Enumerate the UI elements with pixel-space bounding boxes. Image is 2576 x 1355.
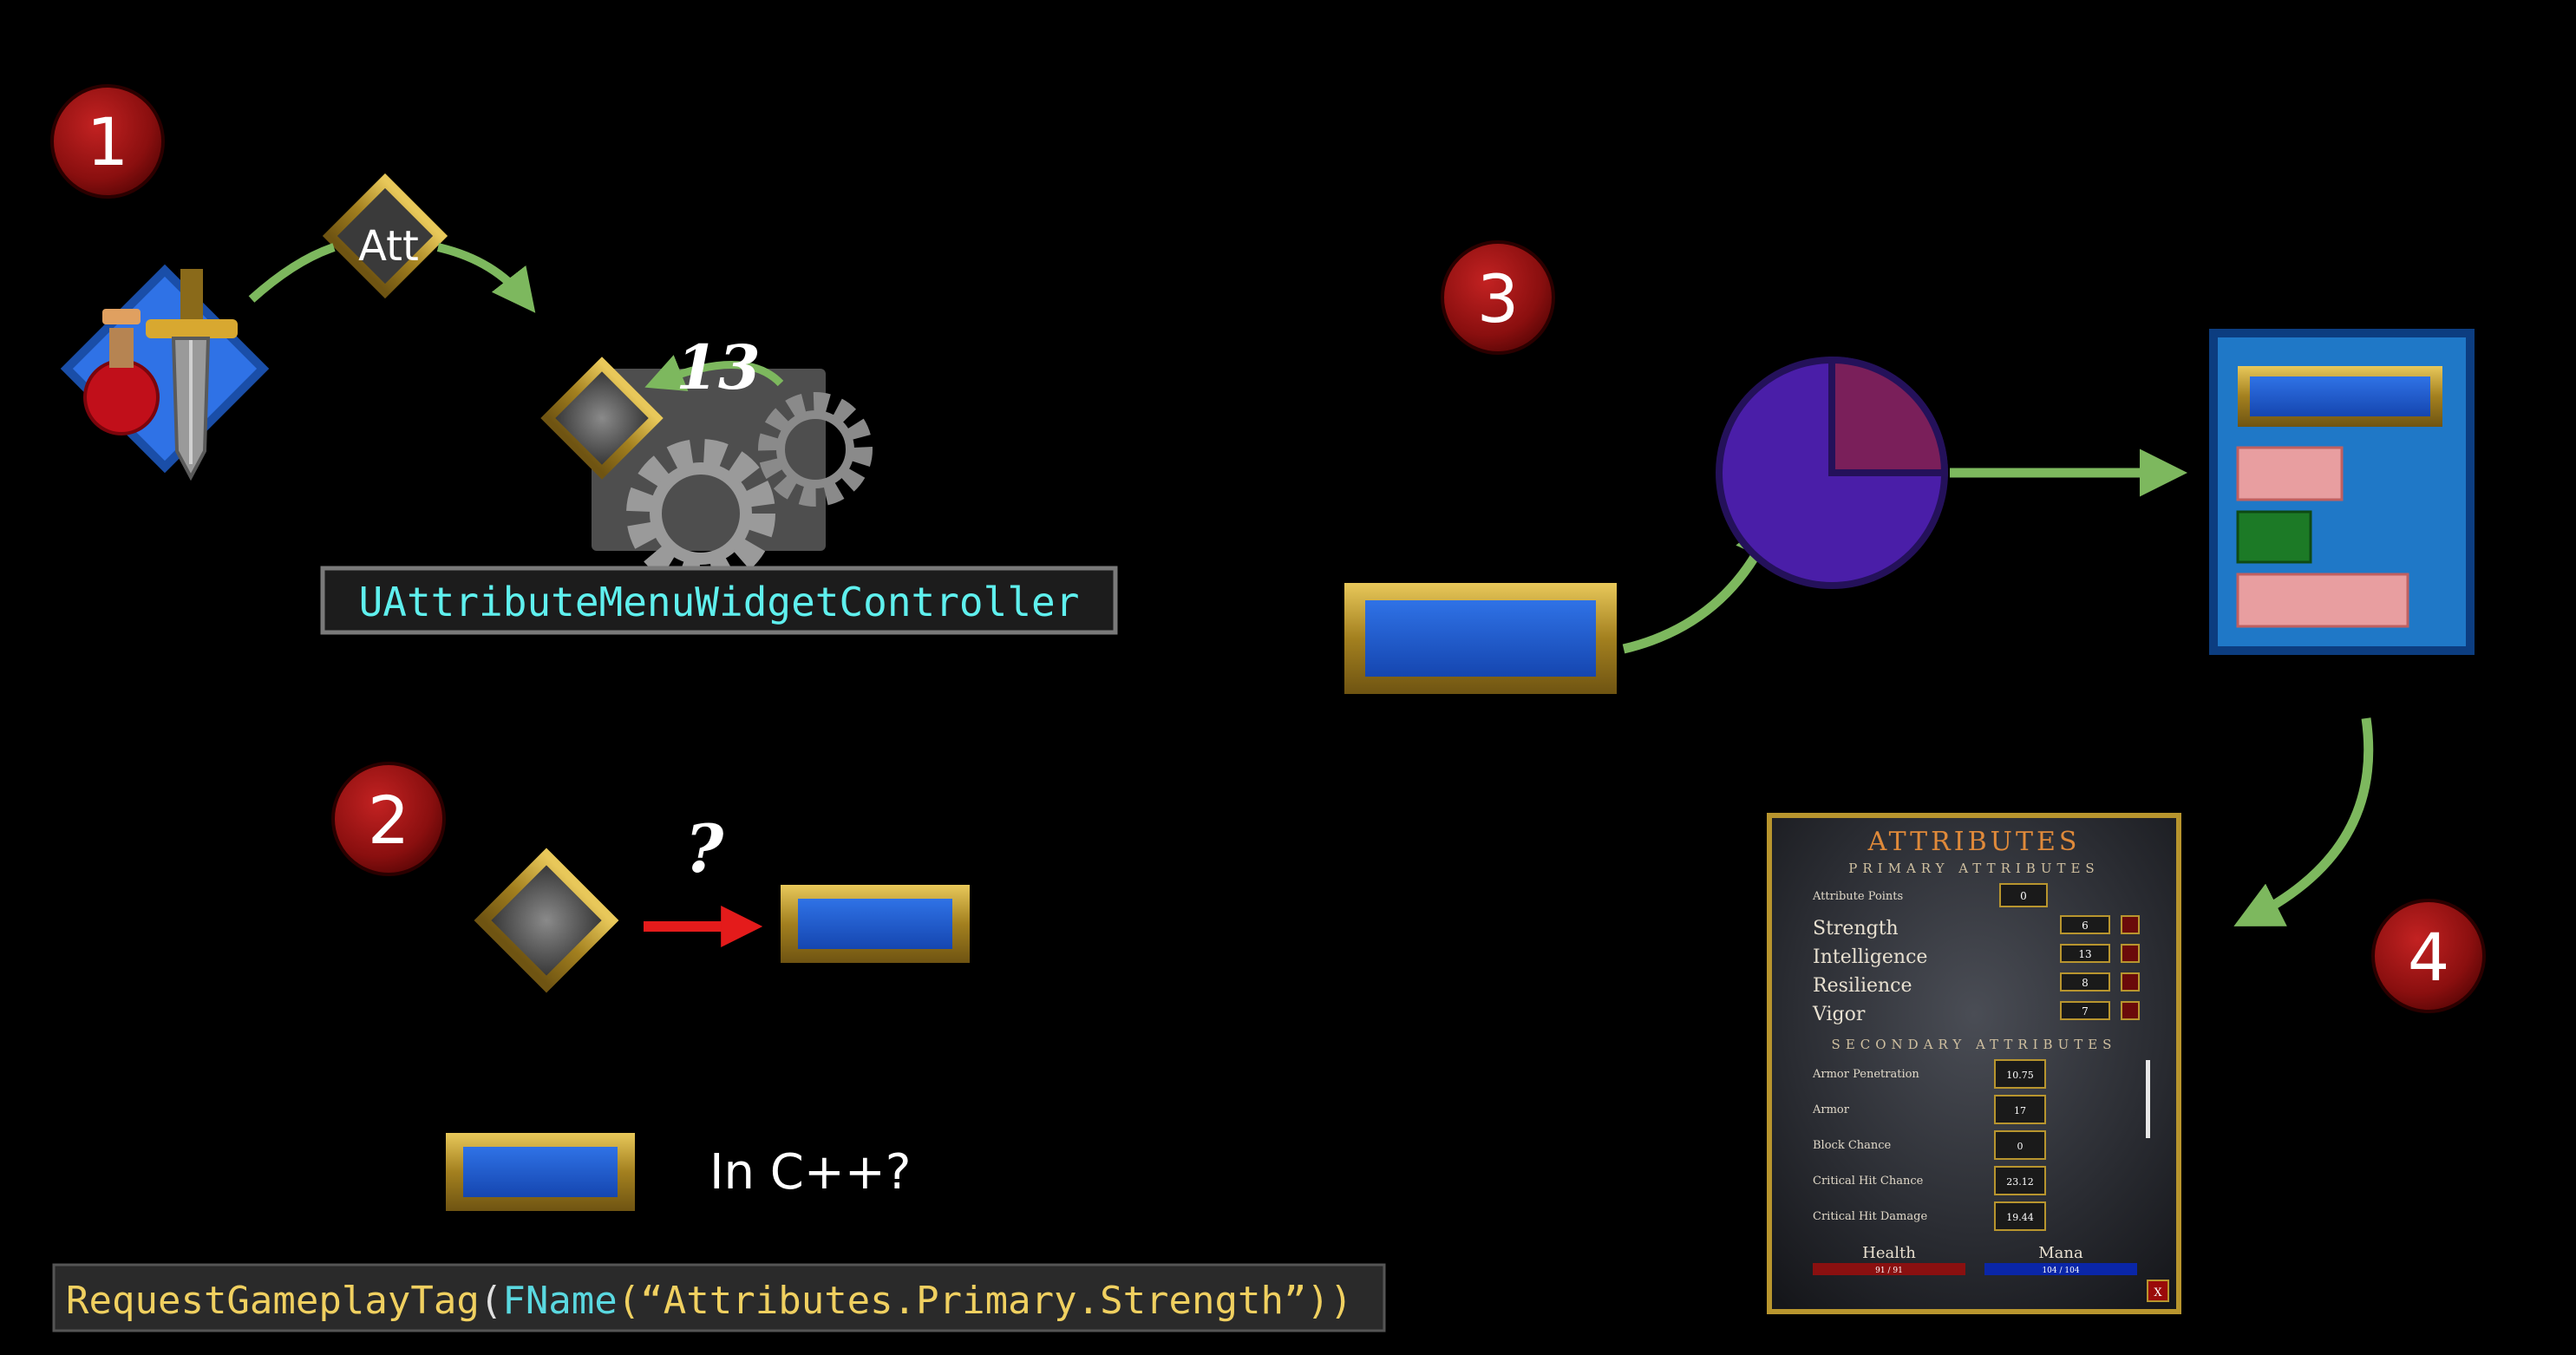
code-arg: (“Attributes.Primary.Strength”)) — [618, 1279, 1353, 1323]
health-label: Health — [1862, 1244, 1916, 1262]
overlay-widget-icon — [2209, 329, 2475, 655]
widget-bar-3 — [1344, 583, 1617, 694]
strength-value: 6 — [2082, 920, 2089, 932]
vigor-label: Vigor — [1812, 1004, 1866, 1025]
secondary-label-block-chance: Block Chance — [1813, 1139, 1892, 1152]
health-value: 91 / 91 — [1875, 1267, 1903, 1275]
code-snippet-box: RequestGameplayTag(FName(“Attributes.Pri… — [52, 1263, 1386, 1332]
secondary-value-armor: 17 — [2014, 1105, 2026, 1116]
secondary-label-critical-hit-chance: Critical Hit Chance — [1813, 1175, 1924, 1188]
pie-widget-controller-icon — [1716, 356, 1949, 589]
vigor-value: 7 — [2082, 1005, 2089, 1018]
secondary-label-armor-penetration: Armor Penetration — [1812, 1068, 1919, 1081]
close-icon[interactable]: X — [2154, 1286, 2162, 1299]
att-label: Att — [358, 222, 419, 271]
arrow-widget-to-menu — [2233, 717, 2374, 926]
secondary-heading: SECONDARY ATTRIBUTES — [1832, 1037, 2117, 1052]
attribute-menu-preview: ATTRIBUTES PRIMARY ATTRIBUTES Attribute … — [1767, 813, 2181, 1314]
widget-bar-cpp — [446, 1133, 635, 1211]
code-func: RequestGameplayTag — [66, 1279, 480, 1323]
resilience-plus-button[interactable] — [2121, 972, 2140, 992]
menu-title: ATTRIBUTES — [1867, 827, 2081, 857]
step-2-badge: 2 — [331, 762, 446, 876]
code-paren: ( — [480, 1279, 503, 1323]
arrow-item-to-tag — [248, 243, 336, 303]
diagram-canvas: 1 Att 13 UAttributeMenuWidgetController … — [50, 84, 2486, 1332]
count-label: 13 — [676, 331, 760, 403]
intelligence-plus-button[interactable] — [2121, 944, 2140, 963]
step-3-badge: 3 — [1441, 240, 1555, 355]
widget-bar-2 — [781, 885, 970, 963]
controller-label-box: UAttributeMenuWidgetController — [320, 566, 1118, 635]
step-1-badge: 1 — [50, 84, 165, 199]
step-4-badge: 4 — [2371, 899, 2486, 1013]
secondary-value-armor-penetration: 10.75 — [2006, 1070, 2034, 1081]
strength-label: Strength — [1813, 918, 1899, 939]
resilience-value: 8 — [2082, 977, 2089, 989]
step-1-number: 1 — [87, 103, 128, 180]
mana-value: 104 / 104 — [2042, 1267, 2079, 1275]
attribute-points-value: 0 — [2020, 890, 2027, 902]
question-mark: ? — [685, 810, 725, 887]
primary-heading: PRIMARY ATTRIBUTES — [1848, 861, 2099, 876]
step-2-number: 2 — [368, 782, 409, 859]
code-type: FName — [502, 1279, 617, 1323]
secondary-label-armor: Armor — [1812, 1103, 1850, 1116]
inventory-item-icon — [60, 264, 270, 481]
tag-diamond-2 — [474, 848, 619, 993]
intelligence-label: Intelligence — [1813, 946, 1927, 968]
mana-label: Mana — [2038, 1244, 2083, 1262]
step-4-number: 4 — [2408, 919, 2449, 996]
secondary-label-critical-hit-damage: Critical Hit Damage — [1813, 1210, 1927, 1223]
secondary-value-critical-hit-chance: 23.12 — [2006, 1176, 2034, 1188]
gameplay-tag-diamond: Att — [322, 173, 448, 299]
scrollbar[interactable] — [2146, 1060, 2150, 1138]
controller-class-name: UAttributeMenuWidgetController — [359, 579, 1080, 625]
step-3-number: 3 — [1477, 260, 1519, 337]
attribute-points-label: Attribute Points — [1812, 890, 1903, 903]
secondary-value-block-chance: 0 — [2017, 1141, 2024, 1152]
strength-plus-button[interactable] — [2121, 915, 2140, 934]
code-snippet: RequestGameplayTag(FName(“Attributes.Pri… — [66, 1279, 1352, 1323]
widget-controller-icon: 13 — [540, 331, 873, 588]
arrow-tag-to-controller — [436, 243, 536, 313]
intelligence-value: 13 — [2078, 948, 2091, 960]
secondary-value-critical-hit-damage: 19.44 — [2006, 1212, 2034, 1223]
in-cpp-label: In C++? — [709, 1144, 911, 1201]
resilience-label: Resilience — [1813, 975, 1912, 997]
vigor-plus-button[interactable] — [2121, 1001, 2140, 1020]
